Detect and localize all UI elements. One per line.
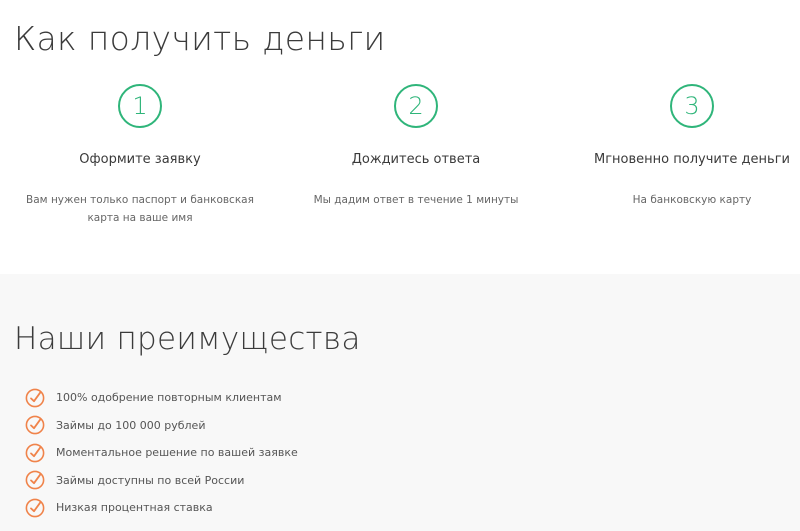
step-description: На банковскую карту — [632, 194, 752, 206]
advantage-text: Займы доступны по всей России — [56, 473, 245, 487]
step-number: 3 — [684, 92, 700, 120]
advantage-text: Моментальное решение по вашей заявке — [56, 446, 298, 460]
step-title: Оформите заявку — [79, 152, 201, 167]
advantage-text: 100% одобрение повторным клиентам — [56, 391, 282, 405]
advantage-item: 100% одобрение повторным клиентам — [25, 384, 298, 412]
advantage-text: Займы до 100 000 рублей — [56, 418, 206, 432]
step-number-circle: 3 — [670, 84, 714, 128]
advantage-item: Займы до 100 000 рублей — [25, 412, 298, 440]
step-description: Мы дадим ответ в течение 1 минуты — [313, 194, 519, 206]
step-title: Дождитесь ответа — [351, 152, 481, 167]
advantages-title: Наши преимущества — [14, 321, 361, 357]
step-description: Вам нужен только паспорт и банковская ка… — [26, 194, 254, 224]
how-section-title: Как получить деньги — [14, 19, 386, 58]
advantage-text: Низкая процентная ставка — [56, 501, 213, 515]
advantages-list: 100% одобрение повторным клиентам Займы … — [25, 384, 298, 522]
check-circle-icon — [25, 498, 45, 518]
step-number-circle: 1 — [118, 84, 162, 128]
check-circle-icon — [25, 470, 45, 490]
advantage-item: Займы доступны по всей России — [25, 467, 298, 495]
step-number: 1 — [132, 92, 148, 120]
step-number: 2 — [408, 92, 424, 120]
page: Как получить деньги 1 Оформите заявку Ва… — [0, 0, 800, 531]
check-circle-icon — [25, 443, 45, 463]
how-to-get-money-section: Как получить деньги 1 Оформите заявку Ва… — [0, 0, 800, 274]
check-circle-icon — [25, 388, 45, 408]
advantage-item: Моментальное решение по вашей заявке — [25, 439, 298, 467]
advantages-section: Наши преимущества 100% одобрение повторн… — [0, 274, 800, 531]
advantage-item: Низкая процентная ставка — [25, 494, 298, 522]
step-title: Мгновенно получите деньги — [594, 152, 790, 167]
step-number-circle: 2 — [394, 84, 438, 128]
check-circle-icon — [25, 415, 45, 435]
